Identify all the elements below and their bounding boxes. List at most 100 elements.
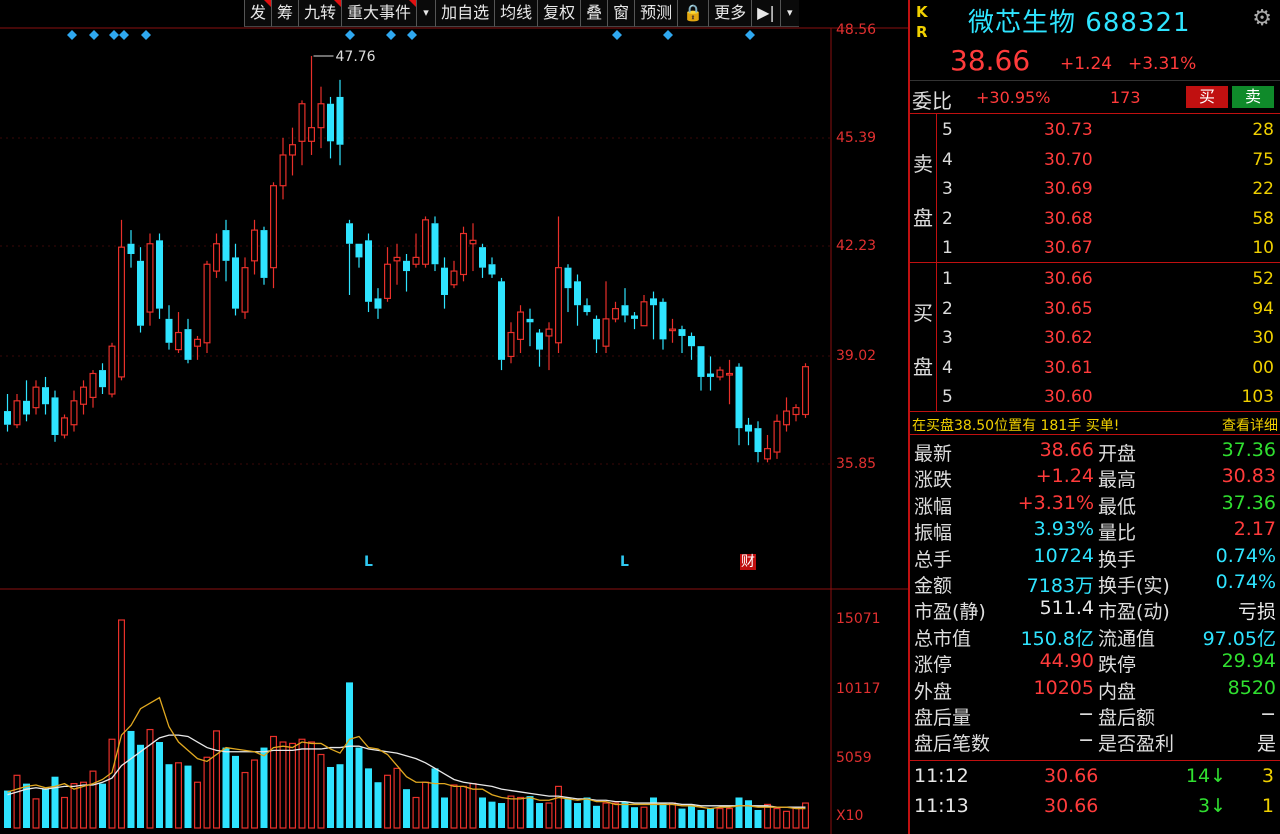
kline-chart[interactable]: 47.76 [0, 0, 908, 834]
more-dropdown-icon[interactable]: ▾ [779, 0, 799, 27]
event-mark-l[interactable]: L [620, 554, 629, 570]
order-ratio-row: 委比 +30.95% 173 买 卖 [910, 81, 1280, 114]
major-events-button[interactable]: 重大事件 [341, 0, 417, 27]
quote-value: − [1260, 703, 1276, 725]
candle-body [450, 270, 458, 286]
order-notice: 在买盘38.50位置有 181手 买单! 查看详细 [910, 412, 1280, 435]
quote-value: 10724 [1033, 544, 1094, 567]
candle-body [175, 331, 183, 351]
candle-body [631, 315, 638, 319]
quote-label: 涨幅 [914, 495, 953, 518]
quote-value: 38.66 [1039, 439, 1094, 461]
more-button[interactable]: 更多 [708, 0, 752, 27]
buy-price[interactable]: 30.66 [1044, 269, 1093, 289]
volume-bar [422, 781, 430, 829]
fa-button[interactable]: 发 [244, 0, 272, 27]
volume-bar [365, 768, 372, 828]
event-diamond-icon [407, 30, 417, 40]
volume-bar [355, 747, 363, 828]
sell-price[interactable]: 30.67 [1044, 238, 1093, 258]
quote-value: +1.24 [1035, 465, 1094, 488]
event-diamond-icon [745, 30, 755, 40]
quote-label: 最新 [914, 443, 953, 465]
buy-qty: 30 [1252, 328, 1274, 348]
volume-bar [450, 784, 458, 829]
volume-bar [232, 755, 239, 828]
volume-bar [782, 810, 790, 829]
buy-price[interactable]: 30.60 [1044, 387, 1093, 407]
candle-body [488, 264, 496, 275]
volume-bar [175, 762, 183, 829]
candle-body [298, 103, 306, 142]
volume-bar [479, 797, 486, 828]
sell-button[interactable]: 卖 [1232, 86, 1274, 108]
volume-bar [336, 764, 344, 828]
volume-bar [241, 771, 249, 829]
candle-body [564, 267, 572, 289]
quote-value: 3.93% [1033, 518, 1094, 541]
candle-body [725, 372, 733, 376]
event-mark-l[interactable]: L [364, 554, 373, 570]
buy-price[interactable]: 30.61 [1044, 358, 1093, 378]
candle-body [792, 407, 800, 416]
volume-bar [659, 803, 667, 828]
adjust-button[interactable]: 复权 [537, 0, 581, 27]
overlay-button[interactable]: 叠 [580, 0, 608, 27]
events-dropdown-icon[interactable]: ▾ [416, 0, 436, 27]
volume-bar [792, 806, 800, 829]
volume-bar [327, 766, 334, 828]
volume-bar [108, 738, 116, 829]
candle-body [317, 103, 325, 129]
quote-label: 是否盈利 [1098, 733, 1175, 756]
candle-body [60, 417, 68, 436]
volume-bar [346, 682, 353, 828]
volume-bar [507, 795, 515, 829]
volume-bar [260, 747, 268, 828]
candle-body [70, 400, 78, 426]
volume-bar [317, 753, 325, 829]
volume-bar [650, 797, 657, 828]
sell-price[interactable]: 30.69 [1044, 179, 1093, 199]
earnings-mark[interactable]: 财 [740, 554, 756, 570]
forecast-button[interactable]: 预测 [634, 0, 678, 27]
chips-button[interactable]: 筹 [271, 0, 299, 27]
volume-bar [602, 802, 610, 829]
candle-body [659, 301, 667, 340]
candle-body [203, 263, 211, 344]
candle-body [650, 298, 657, 306]
price-tick: 35.85 [836, 456, 877, 472]
buy-level: 3 [942, 328, 953, 348]
price-change: +1.24 [1060, 54, 1113, 74]
moving-average-button[interactable]: 均线 [494, 0, 538, 27]
window-button[interactable]: 窗 [607, 0, 635, 27]
volume-bar [308, 741, 316, 829]
volume-bar [498, 803, 505, 828]
sell-price[interactable]: 30.68 [1044, 209, 1093, 229]
volume-multiplier: X10 [836, 808, 864, 824]
add-watchlist-button[interactable]: 加自选 [435, 0, 495, 27]
sell-price[interactable]: 30.70 [1044, 150, 1093, 170]
volume-bar [412, 796, 420, 829]
lock-icon[interactable]: 🔒 [677, 0, 709, 27]
order-ratio-diff: 173 [1110, 88, 1141, 107]
volume-bar [441, 797, 448, 828]
tick-time: 11:13 [914, 795, 969, 817]
quote-value: − [1078, 703, 1094, 725]
volume-tick: 10117 [836, 681, 881, 697]
price-tick: 39.02 [836, 348, 877, 364]
quote-label: 盘后额 [1098, 707, 1156, 729]
buy-price[interactable]: 30.65 [1044, 299, 1093, 319]
quote-label: 振幅 [914, 522, 953, 545]
sell-price[interactable]: 30.73 [1044, 120, 1093, 140]
view-detail-link[interactable]: 查看详细 [1222, 415, 1278, 435]
collapse-panel-icon[interactable]: ▶| [751, 0, 780, 27]
volume-bar [203, 756, 211, 829]
quote-value: 97.05亿 [1202, 627, 1276, 650]
volume-bar [89, 770, 97, 829]
buy-price[interactable]: 30.62 [1044, 328, 1093, 348]
volume-bar [4, 790, 11, 828]
jiuzhuan-button[interactable]: 九转 [298, 0, 342, 27]
gear-icon[interactable]: ⚙ [1252, 6, 1272, 31]
buy-button[interactable]: 买 [1186, 86, 1228, 108]
sell-level: 5 [942, 120, 953, 140]
